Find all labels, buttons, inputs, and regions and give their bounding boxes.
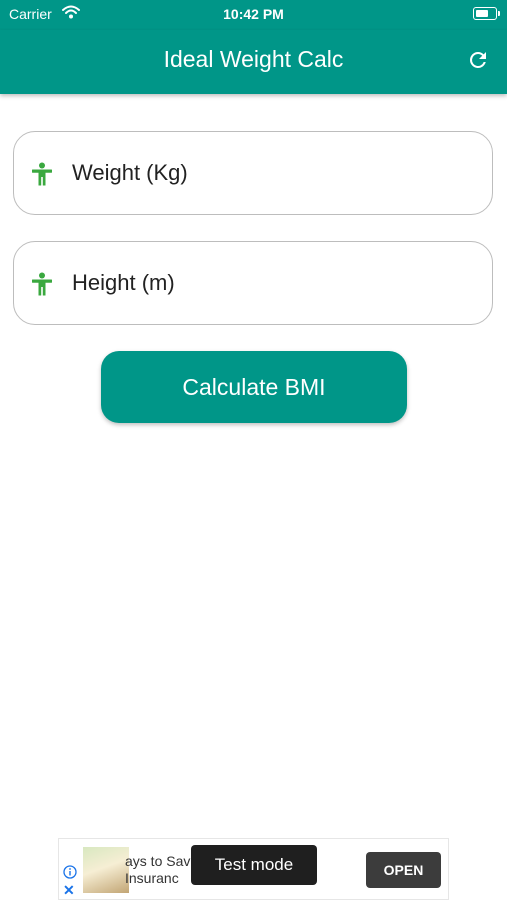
ad-banner[interactable]: ✕ ays to Sav Insuranc Test mode OPEN: [58, 838, 449, 900]
ad-text[interactable]: ays to Sav Insuranc: [125, 853, 190, 887]
accessibility-person-icon: [32, 272, 52, 296]
status-bar: Carrier 10:42 PM: [0, 0, 507, 30]
status-time: 10:42 PM: [223, 6, 284, 22]
test-mode-label: Test mode: [191, 845, 317, 885]
accessibility-person-icon: [32, 162, 52, 186]
height-field[interactable]: [13, 241, 493, 325]
calculate-bmi-button[interactable]: Calculate BMI: [101, 351, 407, 423]
ad-thumbnail[interactable]: [83, 847, 129, 893]
ad-open-button[interactable]: OPEN: [366, 852, 441, 888]
close-icon[interactable]: ✕: [63, 883, 75, 897]
app-bar: Ideal Weight Calc: [0, 30, 507, 94]
app-title: Ideal Weight Calc: [163, 46, 344, 72]
info-icon[interactable]: [63, 865, 77, 879]
refresh-button[interactable]: [465, 47, 491, 73]
weight-input[interactable]: [72, 152, 472, 194]
ad-text-line2: Insuranc: [125, 870, 179, 886]
refresh-icon: [470, 52, 486, 68]
ad-text-line1: ays to Sav: [125, 853, 191, 869]
weight-field[interactable]: [13, 131, 493, 215]
height-input[interactable]: [72, 262, 472, 304]
battery-icon: [473, 7, 500, 20]
